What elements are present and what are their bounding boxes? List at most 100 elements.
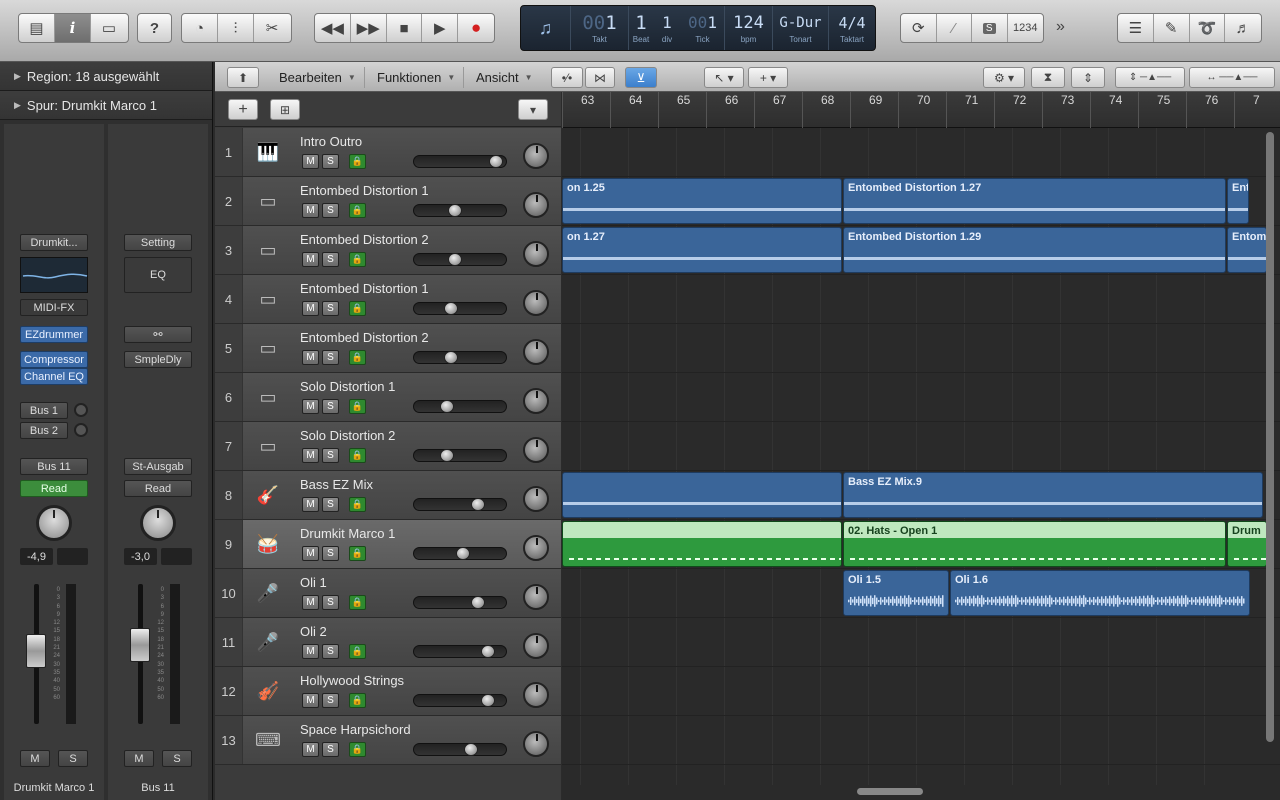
track-mute-button[interactable]: M	[302, 497, 319, 512]
track-mute-button[interactable]: M	[302, 350, 319, 365]
track-mute-button[interactable]: M	[302, 301, 319, 316]
vertical-scrollbar[interactable]	[1266, 132, 1274, 742]
record-button[interactable]: ●	[458, 14, 494, 42]
piano-icon[interactable]: 🎹	[253, 138, 283, 166]
track-name[interactable]: Hollywood Strings	[300, 673, 404, 688]
cycle-button[interactable]: ⟳	[901, 14, 937, 42]
keyboard-icon[interactable]: ⌨	[253, 726, 283, 754]
library-button[interactable]: ▤	[19, 14, 55, 42]
smart-controls-button[interactable]: ◔	[182, 14, 218, 42]
track-lock-button[interactable]: 🔒	[349, 350, 366, 365]
track-mute-button[interactable]: M	[302, 546, 319, 561]
track-lane[interactable]	[562, 422, 1280, 471]
track-pan-knob[interactable]	[523, 682, 549, 708]
audio-fx-slot-1[interactable]: Compressor	[20, 351, 88, 368]
audio-region[interactable]: Oli 1.5	[843, 570, 949, 616]
audio-region[interactable]: Entombed Distortion 1.27	[843, 178, 1226, 224]
track-name[interactable]: Drumkit Marco 1	[300, 526, 395, 541]
track-name[interactable]: Solo Distortion 1	[300, 379, 395, 394]
track-pan-knob[interactable]	[523, 437, 549, 463]
track-mute-button[interactable]: M	[302, 742, 319, 757]
eq-thumbnail[interactable]	[20, 257, 88, 293]
track-header[interactable]: 7 ▭ Solo Distortion 2 M S 🔒	[215, 422, 561, 471]
track-header[interactable]: 12 🎻 Hollywood Strings M S 🔒	[215, 667, 561, 716]
track-lane[interactable]	[562, 373, 1280, 422]
track-header[interactable]: 3 ▭ Entombed Distortion 2 M S 🔒	[215, 226, 561, 275]
send-slot-2[interactable]: Bus 2	[20, 422, 68, 439]
track-solo-button[interactable]: S	[322, 350, 339, 365]
track-header[interactable]: 2 ▭ Entombed Distortion 1 M S 🔒	[215, 177, 561, 226]
track-pan-knob[interactable]	[523, 143, 549, 169]
track-pan-knob[interactable]	[523, 486, 549, 512]
audio-fx-slot-2[interactable]: Channel EQ	[20, 368, 88, 385]
track-solo-button[interactable]: S	[322, 448, 339, 463]
track-lane[interactable]	[562, 275, 1280, 324]
setting-button[interactable]: Setting	[124, 234, 192, 251]
track-mute-button[interactable]: M	[302, 693, 319, 708]
track-mute-button[interactable]: M	[302, 203, 319, 218]
stop-button[interactable]: ■	[387, 14, 423, 42]
track-pan-knob[interactable]	[523, 731, 549, 757]
track-lock-button[interactable]: 🔒	[349, 693, 366, 708]
volume-slider-handle[interactable]	[481, 694, 495, 707]
lcd-signature[interactable]: 4/4 Taktart	[829, 6, 875, 50]
amp-icon[interactable]: ▭	[253, 236, 283, 264]
track-header[interactable]: 11 🎤 Oli 2 M S 🔒	[215, 618, 561, 667]
midi-region[interactable]	[562, 521, 842, 567]
microphone-icon[interactable]: 🎤	[253, 628, 283, 656]
track-solo-button[interactable]: S	[322, 154, 339, 169]
flex-button[interactable]: ⋈	[585, 67, 615, 88]
track-solo-button[interactable]: S	[322, 252, 339, 267]
track-lane[interactable]	[562, 324, 1280, 373]
pan-knob[interactable]	[36, 505, 72, 541]
horizontal-scrollbar[interactable]	[562, 785, 1280, 800]
track-solo-button[interactable]: S	[322, 546, 339, 561]
midi-region[interactable]: Drum	[1227, 521, 1267, 567]
quick-help-button[interactable]: ?	[138, 14, 171, 42]
drumkit-icon[interactable]: 🥁	[253, 530, 283, 558]
play-button[interactable]: ▶	[422, 14, 459, 42]
audio-region[interactable]: on 1.27	[562, 227, 842, 273]
track-header[interactable]: 13 ⌨ Space Harpsichord M S 🔒	[215, 716, 561, 765]
bar-ruler[interactable]: 63 64 65 66 67 68 69 70 71 72 73 74 75 76 7	[562, 92, 1280, 128]
secondary-tool-menu[interactable]: + ▾	[748, 67, 788, 88]
track-options-button[interactable]: ▾	[518, 99, 548, 120]
pointer-tool-menu[interactable]: ↖ ▾	[704, 67, 744, 88]
volume-slider-handle[interactable]	[471, 596, 485, 609]
audio-fx-slot-1[interactable]: SmpleDly	[124, 351, 192, 368]
volume-readout[interactable]: -3,0	[124, 548, 157, 565]
track-lock-button[interactable]: 🔒	[349, 546, 366, 561]
track-pan-knob[interactable]	[523, 633, 549, 659]
track-solo-button[interactable]: S	[322, 742, 339, 757]
track-solo-button[interactable]: S	[322, 595, 339, 610]
track-lock-button[interactable]: 🔒	[349, 252, 366, 267]
track-pan-knob[interactable]	[523, 535, 549, 561]
track-volume-slider[interactable]	[413, 400, 507, 413]
track-header[interactable]: 1 🎹 Intro Outro M S 🔒	[215, 128, 561, 177]
solo-button[interactable]: S	[58, 750, 88, 767]
track-lock-button[interactable]: 🔒	[349, 203, 366, 218]
lcd-takt[interactable]: 001 Takt	[571, 6, 629, 50]
fit-button[interactable]: ⇕	[1071, 67, 1105, 88]
track-lock-button[interactable]: 🔒	[349, 154, 366, 169]
track-volume-slider[interactable]	[413, 351, 507, 364]
horizontal-zoom-slider[interactable]: ↔ ──▲──	[1189, 67, 1275, 88]
track-solo-button[interactable]: S	[322, 693, 339, 708]
track-mute-button[interactable]: M	[302, 252, 319, 267]
volume-slider-handle[interactable]	[440, 449, 454, 462]
volume-slider-handle[interactable]	[481, 645, 495, 658]
track-header[interactable]: 8 🎸 Bass EZ Mix M S 🔒	[215, 471, 561, 520]
track-name[interactable]: Intro Outro	[300, 134, 362, 149]
track-name[interactable]: Solo Distortion 2	[300, 428, 395, 443]
track-name[interactable]: Oli 1	[300, 575, 327, 590]
track-lock-button[interactable]: 🔒	[349, 399, 366, 414]
track-inspector-header[interactable]: ▶ Spur: Drumkit Marco 1	[0, 91, 212, 120]
lcd-tempo[interactable]: 124 bpm	[725, 6, 773, 50]
setting-button[interactable]: Drumkit...	[20, 234, 88, 251]
track-volume-slider[interactable]	[413, 498, 507, 511]
track-volume-slider[interactable]	[413, 155, 507, 168]
automation-mode[interactable]: Read	[124, 480, 192, 497]
input-slot[interactable]: ⚯	[124, 326, 192, 343]
track-name[interactable]: Entombed Distortion 2	[300, 232, 429, 247]
automation-mode[interactable]: Read	[20, 480, 88, 497]
